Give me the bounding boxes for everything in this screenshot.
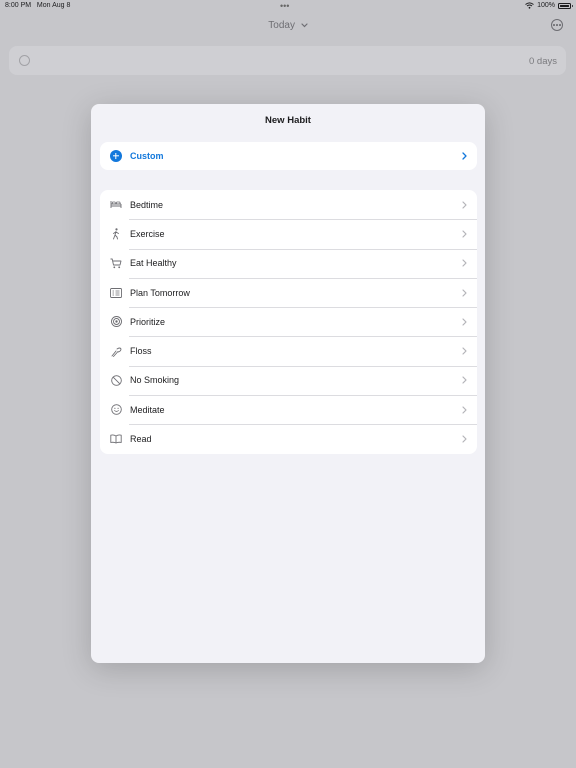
template-label: No Smoking (130, 375, 180, 386)
custom-group: Custom (100, 142, 477, 170)
chevron-right-icon (462, 259, 467, 267)
template-label: Read (130, 434, 152, 445)
bed-icon (110, 201, 122, 209)
habit-check-circle-icon[interactable] (19, 55, 30, 66)
floss-icon (111, 347, 121, 357)
chevron-right-icon (462, 435, 467, 443)
wifi-icon (525, 2, 534, 9)
template-no-smoking[interactable]: No Smoking (100, 365, 477, 395)
smiley-icon (110, 404, 122, 415)
template-eat-healthy[interactable]: Eat Healthy (100, 248, 477, 278)
multitasking-dots-icon[interactable]: ••• (280, 1, 289, 11)
prohibited-icon (110, 375, 122, 386)
template-read[interactable]: Read (100, 424, 477, 453)
new-habit-sheet: New Habit Custom Bedtime Exercise Eat He… (91, 104, 485, 663)
chevron-right-icon (462, 152, 467, 160)
template-floss[interactable]: Floss (100, 336, 477, 365)
template-label: Meditate (130, 404, 165, 415)
template-label: Plan Tomorrow (130, 287, 190, 298)
walking-icon (113, 228, 119, 240)
chevron-right-icon (462, 288, 467, 297)
chevron-right-icon (462, 201, 467, 209)
custom-habit-button[interactable]: Custom (100, 142, 477, 170)
list-icon (110, 287, 122, 298)
chevron-right-icon (462, 318, 467, 326)
nav-title-menu[interactable]: Today (0, 20, 576, 31)
template-label: Bedtime (130, 199, 164, 210)
template-label: Eat Healthy (130, 258, 177, 269)
chevron-right-icon (462, 406, 467, 414)
template-bedtime[interactable]: Bedtime (100, 190, 477, 219)
status-right: 100% (525, 2, 573, 9)
template-list: Bedtime Exercise Eat Healthy Plan Tomorr… (100, 190, 477, 454)
cart-icon (110, 258, 122, 268)
custom-label: Custom (130, 151, 164, 161)
habit-streak: 0 days (529, 56, 557, 67)
status-bar: 8:00 PM Mon Aug 8 ••• 100% (0, 0, 576, 12)
sheet-title: New Habit (265, 115, 311, 126)
chevron-right-icon (462, 347, 467, 355)
chevron-down-icon (301, 23, 308, 28)
habit-row[interactable]: 0 days (9, 46, 566, 75)
plus-circle-icon (110, 150, 122, 162)
chevron-right-icon (462, 230, 467, 238)
template-meditate[interactable]: Meditate (100, 395, 477, 424)
status-time: 8:00 PM Mon Aug 8 (5, 2, 71, 9)
template-plan-tomorrow[interactable]: Plan Tomorrow (100, 277, 477, 307)
template-label: Floss (130, 346, 152, 357)
template-exercise[interactable]: Exercise (100, 219, 477, 248)
battery-percent: 100% (537, 2, 555, 9)
template-label: Exercise (130, 228, 165, 239)
chevron-right-icon (462, 376, 467, 385)
more-options-icon[interactable] (551, 19, 563, 31)
nav-title: Today (268, 20, 295, 31)
book-icon (110, 434, 122, 444)
template-label: Prioritize (130, 316, 166, 327)
template-prioritize[interactable]: Prioritize (100, 307, 477, 336)
battery-icon (558, 2, 573, 9)
target-icon (110, 316, 122, 328)
